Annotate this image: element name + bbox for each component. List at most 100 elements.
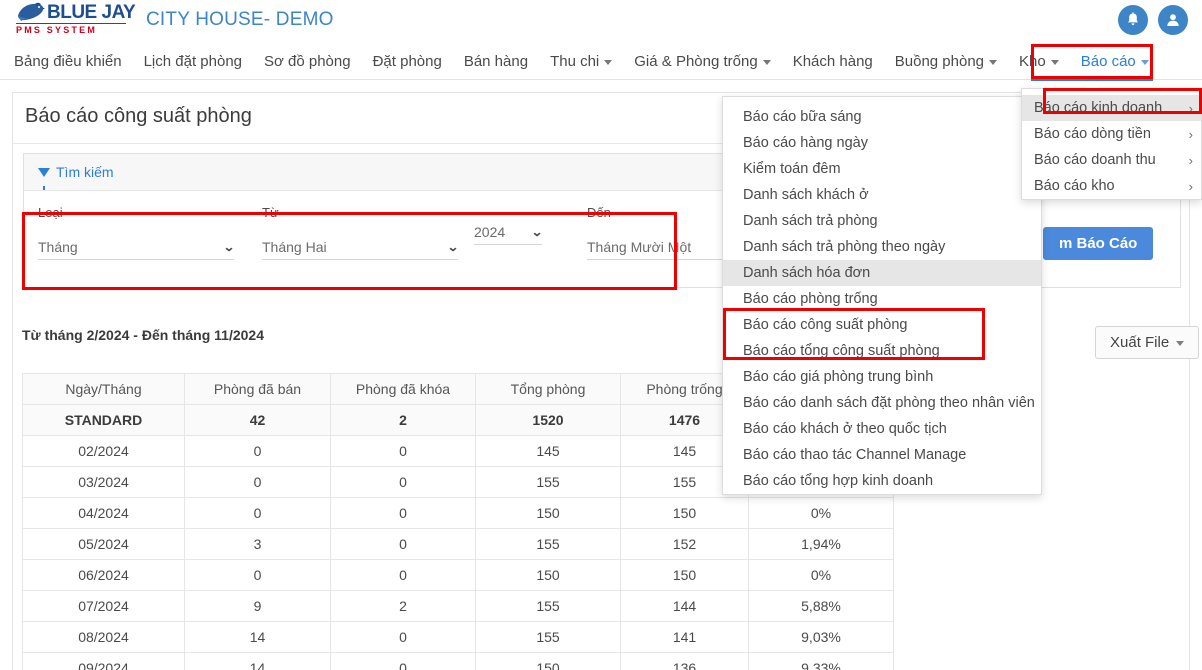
cell-rooms-sold: 0 xyxy=(184,435,331,467)
submenu-item-label: Báo cáo dòng tiền xyxy=(1034,126,1151,142)
table-row[interactable]: 04/2024 0 0 150 150 0% xyxy=(22,497,894,529)
export-file-button[interactable]: Xuất File xyxy=(1095,326,1200,359)
cell-rooms-vacant: 150 xyxy=(620,559,749,591)
cell-rooms-blocked: 0 xyxy=(330,621,476,653)
menu-item-label: Báo cáo hàng ngày xyxy=(743,135,868,151)
cell-occupancy-rate: 0% xyxy=(748,559,894,591)
nav-item-sales[interactable]: Bán hàng xyxy=(464,51,528,72)
cell-rooms-vacant: 150 xyxy=(620,497,749,529)
user-avatar-icon[interactable] xyxy=(1158,5,1188,35)
menu-item-room-occupancy-report[interactable]: Báo cáo công suất phòng xyxy=(723,312,1041,338)
table-row[interactable]: 06/2024 0 0 150 150 0% xyxy=(22,559,894,591)
menu-item-label: Báo cáo bữa sáng xyxy=(743,109,862,125)
cell-rooms-vacant: 136 xyxy=(620,652,749,670)
submenu-item-inventory-report[interactable]: Báo cáo kho › xyxy=(1022,173,1201,199)
nav-label: Thu chi xyxy=(550,53,600,70)
nav-item-reports[interactable]: Báo cáo xyxy=(1081,51,1149,72)
cell-date: 03/2024 xyxy=(22,466,185,498)
nav-item-rates-availability[interactable]: Giá & Phòng trống xyxy=(634,51,771,72)
filter-type-select[interactable]: Tháng ⌄ xyxy=(38,234,236,260)
menu-item-label: Danh sách khách ở xyxy=(743,187,869,203)
nav-label: Sơ đồ phòng xyxy=(264,53,351,70)
nav-item-booking-calendar[interactable]: Lịch đặt phòng xyxy=(144,51,242,72)
filter-from-month-select[interactable]: Tháng Hai ⌄ xyxy=(262,234,460,260)
menu-item-vacant-room-report[interactable]: Báo cáo phòng trống xyxy=(723,286,1041,312)
nav-item-reservation[interactable]: Đặt phòng xyxy=(373,51,442,72)
menu-item-total-room-occupancy-report[interactable]: Báo cáo tổng công suất phòng xyxy=(723,338,1041,364)
chevron-down-icon xyxy=(1176,341,1185,346)
menu-item-inhouse-guest-list[interactable]: Danh sách khách ở xyxy=(723,182,1041,208)
cell-rooms-blocked: 0 xyxy=(330,528,476,560)
submenu-item-revenue-report[interactable]: Báo cáo doanh thu › xyxy=(1022,147,1201,173)
brand-logo[interactable]: BLUE JAY PMS SYSTEM xyxy=(15,2,140,36)
column-header-date[interactable]: Ngày/Tháng xyxy=(22,373,185,405)
table-row[interactable]: 09/2024 14 0 150 136 9,33% xyxy=(22,652,894,670)
menu-item-daily-report[interactable]: Báo cáo hàng ngày xyxy=(723,130,1041,156)
submenu-item-business-report[interactable]: Báo cáo kinh doanh › xyxy=(1022,95,1201,121)
nav-item-inventory[interactable]: Kho xyxy=(1019,51,1059,72)
cell-date: 07/2024 xyxy=(22,590,185,622)
header-icon-group xyxy=(1118,5,1188,35)
dropdown-caret-icon xyxy=(1083,82,1101,90)
nav-label: Bán hàng xyxy=(463,53,529,70)
chevron-down-icon: ⌄ xyxy=(222,239,236,254)
menu-item-channel-manager-activity-report[interactable]: Báo cáo thao tác Channel Manage xyxy=(723,442,1041,468)
filter-from-year-select[interactable]: 2024 ⌄ xyxy=(474,219,544,245)
menu-item-guest-by-nationality-report[interactable]: Báo cáo khách ở theo quốc tịch xyxy=(723,416,1041,442)
cell-rooms-sold: 3 xyxy=(184,528,331,560)
table-row[interactable]: 07/2024 9 2 155 144 5,88% xyxy=(22,590,894,622)
table-row[interactable]: 05/2024 3 0 155 152 1,94% xyxy=(22,528,894,560)
cell-rooms-vacant: 152 xyxy=(620,528,749,560)
nav-active-underline xyxy=(1031,79,1153,81)
menu-item-label: Báo cáo khách ở theo quốc tịch xyxy=(743,421,947,437)
chevron-down-icon: ⌄ xyxy=(530,224,544,239)
bell-icon[interactable] xyxy=(1118,5,1148,35)
menu-item-average-room-rate-report[interactable]: Báo cáo giá phòng trung bình xyxy=(723,364,1041,390)
logo-subtitle: PMS SYSTEM xyxy=(16,23,126,36)
search-toggle[interactable]: Tìm kiếm xyxy=(38,164,114,190)
table-row[interactable]: 08/2024 14 0 155 141 9,03% xyxy=(22,621,894,653)
cell-date: 04/2024 xyxy=(22,497,185,529)
submenu-item-cashflow-report[interactable]: Báo cáo dòng tiền › xyxy=(1022,121,1201,147)
app-root: BLUE JAY PMS SYSTEM CITY HOUSE- DEMO Bản… xyxy=(0,0,1202,670)
menu-item-invoice-list[interactable]: Danh sách hóa đơn xyxy=(723,260,1041,286)
chevron-down-icon: ⌄ xyxy=(446,239,460,254)
nav-label: Bảng điều khiển xyxy=(14,53,122,70)
cell-total-rooms: 145 xyxy=(475,435,621,467)
cell-occupancy-rate: 1,94% xyxy=(748,528,894,560)
filter-from-month-value: Tháng Hai xyxy=(262,238,327,255)
cell-total-rooms: 150 xyxy=(475,559,621,591)
cell-rooms-blocked: 2 xyxy=(330,404,476,436)
submenu-item-label: Báo cáo doanh thu xyxy=(1034,152,1156,168)
menu-item-night-audit[interactable]: Kiểm toán đêm xyxy=(723,156,1041,182)
cell-date: 08/2024 xyxy=(22,621,185,653)
nav-item-cashflow[interactable]: Thu chi xyxy=(550,51,613,72)
chevron-right-icon: › xyxy=(1188,152,1193,168)
nav-label: Khách hàng xyxy=(792,53,873,70)
nav-item-dashboard[interactable]: Bảng điều khiển xyxy=(14,51,122,72)
menu-item-business-summary-report[interactable]: Báo cáo tổng hợp kinh doanh xyxy=(723,468,1041,494)
column-header-rooms-blocked[interactable]: Phòng đã khóa xyxy=(330,373,476,405)
nav-item-customers[interactable]: Khách hàng xyxy=(793,51,873,72)
nav-item-room-map[interactable]: Sơ đồ phòng xyxy=(264,51,351,72)
cell-total-rooms: 155 xyxy=(475,621,621,653)
menu-item-checkout-list[interactable]: Danh sách trả phòng xyxy=(723,208,1041,234)
view-report-button[interactable]: m Báo Cáo xyxy=(1043,227,1154,260)
nav-label: Đặt phòng xyxy=(372,53,442,70)
cell-rooms-vacant: 141 xyxy=(620,621,749,653)
column-header-total-rooms[interactable]: Tổng phòng xyxy=(475,373,621,405)
menu-item-checkout-list-by-day[interactable]: Danh sách trả phòng theo ngày xyxy=(723,234,1041,260)
menu-item-booking-list-by-staff-report[interactable]: Báo cáo danh sách đặt phòng theo nhân vi… xyxy=(723,390,1041,416)
chevron-right-icon: › xyxy=(1188,126,1193,142)
nav-label: Giá & Phòng trống xyxy=(634,53,758,70)
cell-rooms-sold: 14 xyxy=(184,652,331,670)
nav-item-housekeeping[interactable]: Buồng phòng xyxy=(895,51,998,72)
cell-occupancy-rate: 9,03% xyxy=(748,621,894,653)
menu-item-breakfast-report[interactable]: Báo cáo bữa sáng xyxy=(723,104,1041,130)
menu-item-label: Báo cáo thao tác Channel Manage xyxy=(743,447,967,463)
menu-item-label: Danh sách trả phòng xyxy=(743,213,878,229)
column-header-rooms-sold[interactable]: Phòng đã bán xyxy=(184,373,331,405)
cell-date: 06/2024 xyxy=(22,559,185,591)
chevron-down-icon xyxy=(1140,60,1149,65)
chevron-down-icon xyxy=(762,60,771,65)
